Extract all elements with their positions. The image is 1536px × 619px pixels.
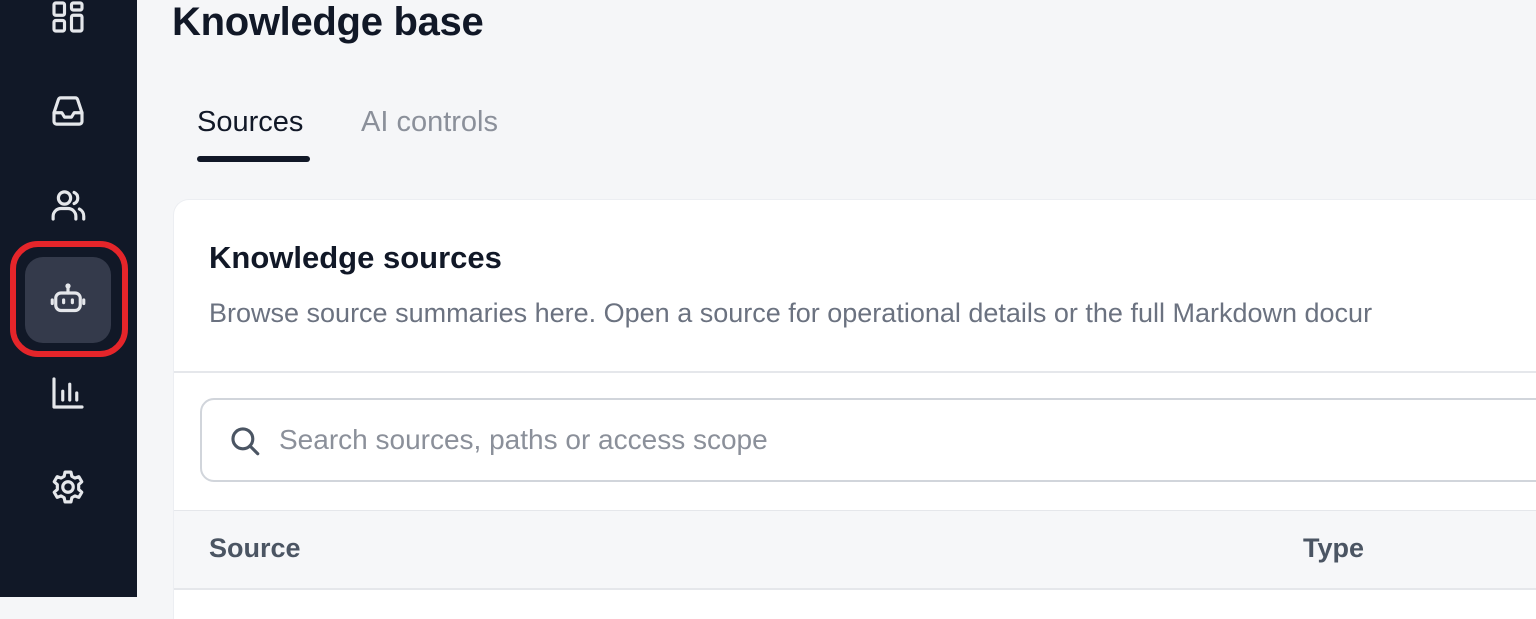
gear-icon: [47, 466, 89, 508]
search-icon: [228, 424, 262, 458]
dashboard-icon: [47, 0, 89, 38]
card-description: Browse source summaries here. Open a sou…: [209, 298, 1372, 329]
tab-ai-controls[interactable]: AI controls: [361, 100, 498, 144]
sidebar-item-ai-agent[interactable]: [25, 257, 111, 343]
sidebar-item-inbox[interactable]: [25, 68, 111, 154]
column-header-type[interactable]: Type: [1303, 533, 1364, 564]
column-header-source[interactable]: Source: [209, 533, 301, 564]
table-header: Source Type: [174, 510, 1536, 590]
sidebar-item-contacts[interactable]: [25, 162, 111, 248]
inbox-icon: [47, 90, 89, 132]
sidebar: [0, 0, 137, 597]
main-content: Knowledge base Sources AI controls Knowl…: [137, 0, 1536, 597]
users-icon: [47, 184, 89, 226]
search-box[interactable]: [200, 398, 1536, 482]
tab-sources[interactable]: Sources: [197, 100, 303, 144]
card-divider: [174, 371, 1536, 373]
sidebar-item-settings[interactable]: [25, 444, 111, 530]
sidebar-item-dashboard[interactable]: [25, 0, 111, 60]
active-tab-indicator: [197, 156, 310, 162]
page-title: Knowledge base: [172, 0, 483, 44]
bar-chart-icon: [47, 372, 89, 414]
search-input[interactable]: [279, 418, 1479, 462]
sidebar-item-reports[interactable]: [25, 350, 111, 436]
card-title: Knowledge sources: [209, 240, 502, 276]
bot-icon: [47, 279, 89, 321]
knowledge-sources-card: Knowledge sources Browse source summarie…: [173, 199, 1536, 619]
